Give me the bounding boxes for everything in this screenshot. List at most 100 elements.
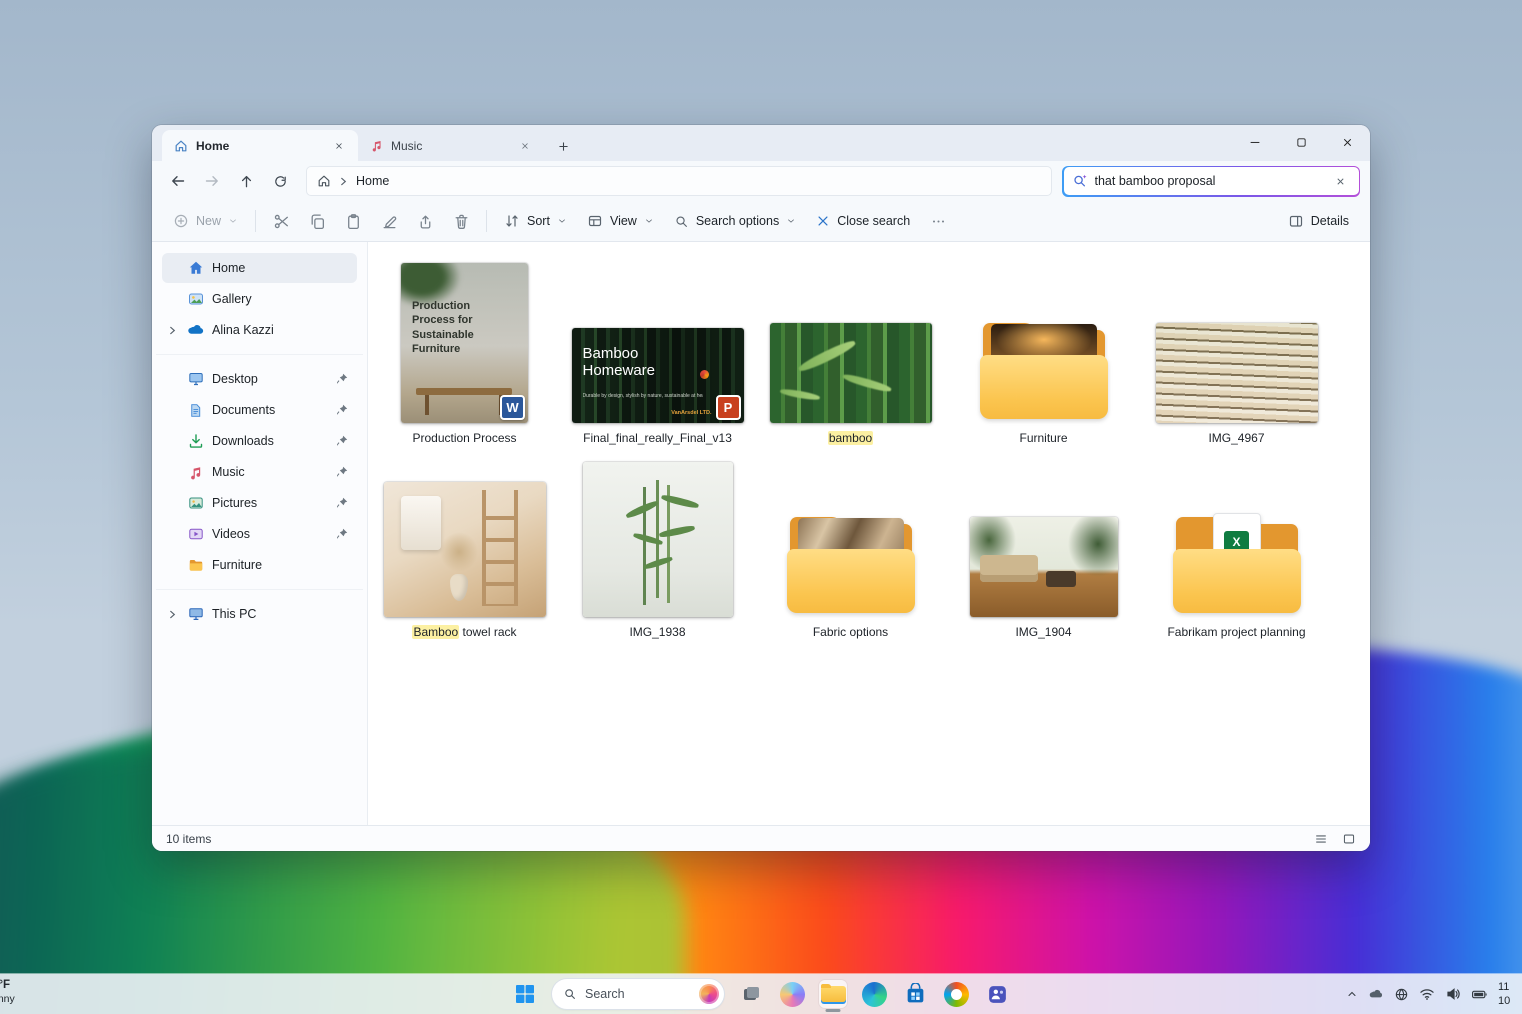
paste-button[interactable] [336,206,370,236]
search-options-button[interactable]: Search options [665,206,805,236]
search-input[interactable] [1095,174,1324,188]
sidebar-item-gallery[interactable]: Gallery [162,284,357,314]
sidebar-item-furniture[interactable]: Furniture [162,550,357,580]
breadcrumb-item[interactable]: Home [356,174,389,188]
sofa-decoration [980,555,1038,582]
sidebar-item-music[interactable]: Music [162,457,357,487]
file-tile-production-process[interactable]: Production Process for Sustainable Furni… [368,250,561,450]
towel-decoration [401,496,441,550]
sidebar-item-desktop[interactable]: Desktop [162,364,357,394]
store-icon[interactable] [901,980,929,1008]
minimize-button[interactable] [1232,125,1278,159]
file-name: Final_final_really_Final_v13 [583,431,732,448]
clear-search-icon[interactable] [1331,171,1351,191]
sidebar-item-pictures[interactable]: Pictures [162,488,357,518]
item-count: 10 items [166,832,211,846]
sidebar-item-documents[interactable]: Documents [162,395,357,425]
battery-icon[interactable] [1471,986,1488,1003]
copilot-icon[interactable] [778,980,806,1008]
refresh-button[interactable] [264,166,296,196]
sidebar-item-videos[interactable]: Videos [162,519,357,549]
sidebar-item-home[interactable]: Home [162,253,357,283]
file-tile-img-4967[interactable]: IMG_4967 [1140,250,1333,450]
tab-close-icon[interactable] [516,137,534,155]
start-button[interactable] [511,980,539,1008]
details-pane-icon [1288,213,1304,229]
file-tile-bamboo[interactable]: bamboo [754,250,947,450]
search-box[interactable] [1064,167,1359,195]
folder-icon [978,319,1110,423]
sidebar-item-label: Alina Kazzi [212,323,274,337]
new-tab-button[interactable] [548,131,578,161]
sidebar-item-onedrive[interactable]: Alina Kazzi [162,315,357,345]
file-tile-fabric-options[interactable]: Fabric options [754,456,947,644]
maximize-button[interactable] [1278,125,1324,159]
details-button[interactable]: Details [1279,206,1358,236]
network-icon[interactable] [1394,987,1409,1002]
folder-icon: X [1171,513,1303,617]
taskbar-search[interactable]: Search [552,979,724,1009]
breadcrumb[interactable]: Home [306,166,1052,196]
file-tile-furniture-folder[interactable]: Furniture [947,250,1140,450]
folder-icon [785,513,917,617]
copy-button[interactable] [300,206,334,236]
onedrive-tray-icon[interactable] [1368,986,1384,1002]
file-tile-img-1904[interactable]: IMG_1904 [947,456,1140,644]
sidebar-item-downloads[interactable]: Downloads [162,426,357,456]
volume-icon[interactable] [1445,986,1461,1002]
up-button[interactable] [230,166,262,196]
documents-icon [187,402,204,419]
close-search-button[interactable]: Close search [807,206,919,236]
teams-icon[interactable] [983,980,1011,1008]
sort-button[interactable]: Sort [495,206,576,236]
weather-temperature: 8°F [0,978,15,993]
music-icon [187,464,204,481]
chevron-up-icon[interactable] [1346,988,1358,1000]
file-explorer-icon[interactable] [819,980,847,1008]
file-tile-bamboo-towel-rack[interactable]: Bamboo towel rack [368,456,561,644]
chevron-right-icon[interactable] [166,326,179,335]
rename-button[interactable] [372,206,406,236]
file-tile-fabrikam-project-planning[interactable]: X Fabrikam project planning [1140,456,1333,644]
file-tile-img-1938[interactable]: IMG_1938 [561,456,754,644]
close-button[interactable] [1324,125,1370,159]
thumbnail-view-icon[interactable] [1342,832,1356,846]
share-button[interactable] [408,206,442,236]
file-name: IMG_4967 [1208,431,1264,448]
back-button[interactable] [162,166,194,196]
details-button-label: Details [1311,214,1349,228]
sidebar-item-label: Videos [212,527,250,541]
bamboo-leaf [779,388,820,402]
bamboo-leaf [625,499,659,519]
view-button-label: View [610,214,637,228]
new-button[interactable]: New [164,206,247,236]
edge-icon[interactable] [860,980,888,1008]
view-button[interactable]: View [578,206,663,236]
videos-icon [187,526,204,543]
sort-icon [504,213,520,229]
slide-title: Bamboo Homeware [583,345,695,380]
wifi-icon[interactable] [1419,986,1435,1002]
task-view-button[interactable] [737,980,765,1008]
home-icon [317,174,331,188]
folder-icon [187,557,204,574]
sidebar-item-label: Downloads [212,434,274,448]
pin-icon [336,497,349,510]
delete-button[interactable] [444,206,478,236]
chevron-right-icon[interactable] [166,610,179,619]
image-thumbnail [384,482,546,617]
photos-icon[interactable] [942,980,970,1008]
file-tile-final-v13[interactable]: Bamboo Homeware Durable by design, styli… [561,250,754,450]
sidebar-item-this-pc[interactable]: This PC [162,599,357,629]
bench-decoration [416,388,512,395]
tab-close-icon[interactable] [330,137,348,155]
tab-music[interactable]: Music [358,130,544,161]
more-options-button[interactable] [921,206,955,236]
cut-button[interactable] [264,206,298,236]
file-name: bamboo [828,431,873,448]
forward-button[interactable] [196,166,228,196]
tab-home[interactable]: Home [162,130,358,161]
weather-widget[interactable]: 8°F unny [0,978,15,1007]
list-view-icon[interactable] [1314,832,1328,846]
clock[interactable]: 11 10 [1498,980,1520,1009]
